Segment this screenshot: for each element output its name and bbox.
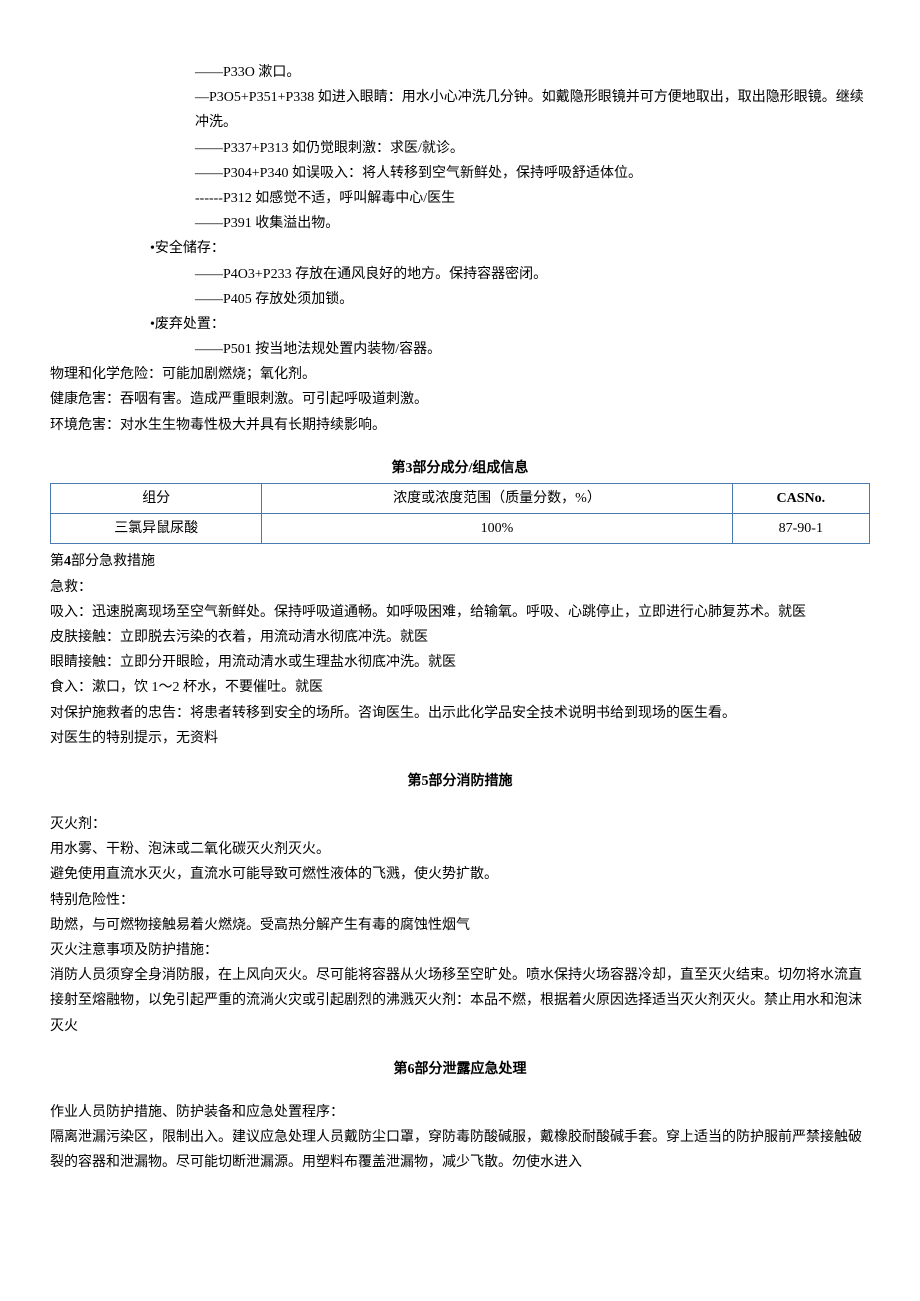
section4-line5: 食入：漱口，饮 1～2 杯水，不要催吐。就医 <box>50 675 870 700</box>
precaution-p312: ------P312 如感觉不适，呼叫解毒中心/医生 <box>50 186 870 211</box>
section4-line1: 急救： <box>50 575 870 600</box>
storage-p403: ——P4O3+P233 存放在通风良好的地方。保持容器密闭。 <box>50 262 870 287</box>
section5-line5: 助燃，与可燃物接触易着火燃烧。受高热分解产生有毒的腐蚀性烟气 <box>50 913 870 938</box>
section3-title-suffix: 部分成分/组成信息 <box>413 461 529 476</box>
disposal-p501: ——P501 按当地法规处置内装物/容器。 <box>50 337 870 362</box>
section5-line1: 灭火剂： <box>50 812 870 837</box>
precaution-p304: ——P304+P340 如误吸入：将人转移到空气新鲜处，保持呼吸舒适体位。 <box>50 161 870 186</box>
section4-line3: 皮肤接触：立即脱去污染的衣着，用流动清水彻底冲洗。就医 <box>50 625 870 650</box>
header-component: 组分 <box>51 484 262 514</box>
section6-title-suffix: 部分泄露应急处理 <box>415 1062 527 1077</box>
precaution-p337: ——P337+P313 如仍觉眼刺激：求医/就诊。 <box>50 136 870 161</box>
section5-title-prefix: 第 <box>408 774 422 789</box>
section5-line4: 特别危险性： <box>50 888 870 913</box>
table-row: 三氯异鼠尿酸 100% 87-90-1 <box>51 514 870 544</box>
storage-title: •安全储存： <box>50 236 870 261</box>
precaution-p305: —P3O5+P351+P338 如进入眼睛：用水小心冲洗几分钟。如戴隐形眼镜并可… <box>50 85 870 135</box>
disposal-title: •废弃处置： <box>50 312 870 337</box>
section4-title-num: 4 <box>64 554 71 569</box>
section6-line2: 隔离泄漏污染区，限制出入。建议应急处理人员戴防尘口罩，穿防毒防酸碱服，戴橡胶耐酸… <box>50 1125 870 1175</box>
section5-title-suffix: 部分消防措施 <box>429 774 513 789</box>
section4-title-prefix: 第 <box>50 554 64 569</box>
table-header-row: 组分 浓度或浓度范围（质量分数，%） CASNo. <box>51 484 870 514</box>
section4-line4: 眼睛接触：立即分开眼睑，用流动清水或生理盐水彻底冲洗。就医 <box>50 650 870 675</box>
section4-line6: 对保护施救者的忠告：将患者转移到安全的场所。咨询医生。出示此化学品安全技术说明书… <box>50 701 870 726</box>
header-concentration: 浓度或浓度范围（质量分数，%） <box>262 484 732 514</box>
section5-line6: 灭火注意事项及防护措施： <box>50 938 870 963</box>
cell-concentration: 100% <box>262 514 732 544</box>
section3-title-prefix: 第 <box>392 461 406 476</box>
hazard-health: 健康危害：吞咽有害。造成严重眼刺激。可引起呼吸道刺激。 <box>50 387 870 412</box>
section6-line1: 作业人员防护措施、防护装备和应急处置程序： <box>50 1100 870 1125</box>
cell-cas: 87-90-1 <box>732 514 869 544</box>
section4-line2: 吸入：迅速脱离现场至空气新鲜处。保持呼吸道通畅。如呼吸困难，给输氧。呼吸、心跳停… <box>50 600 870 625</box>
header-cas: CASNo. <box>732 484 869 514</box>
section3-title: 第3部分成分/组成信息 <box>50 456 870 481</box>
precaution-p33o: ——P33O 漱口。 <box>50 60 870 85</box>
section4-line7: 对医生的特别提示，无资料 <box>50 726 870 751</box>
section6-title: 第6部分泄露应急处理 <box>50 1057 870 1082</box>
section4-title: 第4部分急救措施 <box>50 549 870 574</box>
hazard-physical: 物理和化学危险：可能加剧燃烧；氧化剂。 <box>50 362 870 387</box>
composition-table: 组分 浓度或浓度范围（质量分数，%） CASNo. 三氯异鼠尿酸 100% 87… <box>50 483 870 544</box>
precaution-p391: ——P391 收集溢出物。 <box>50 211 870 236</box>
section5-line7: 消防人员须穿全身消防服，在上风向灭火。尽可能将容器从火场移至空旷处。喷水保持火场… <box>50 963 870 1039</box>
cell-component: 三氯异鼠尿酸 <box>51 514 262 544</box>
section5-line2: 用水雾、干粉、泡沫或二氧化碳灭火剂灭火。 <box>50 837 870 862</box>
section5-title-num: 5 <box>422 774 429 789</box>
section5-title: 第5部分消防措施 <box>50 769 870 794</box>
section5-line3: 避免使用直流水灭火，直流水可能导致可燃性液体的飞溅，使火势扩散。 <box>50 862 870 887</box>
section3-title-num: 3 <box>406 461 413 476</box>
section6-title-prefix: 第 <box>394 1062 408 1077</box>
section4-title-suffix: 部分急救措施 <box>71 554 155 569</box>
storage-p405: ——P405 存放处须加锁。 <box>50 287 870 312</box>
hazard-env: 环境危害：对水生生物毒性极大并具有长期持续影响。 <box>50 413 870 438</box>
section6-title-num: 6 <box>408 1062 415 1077</box>
